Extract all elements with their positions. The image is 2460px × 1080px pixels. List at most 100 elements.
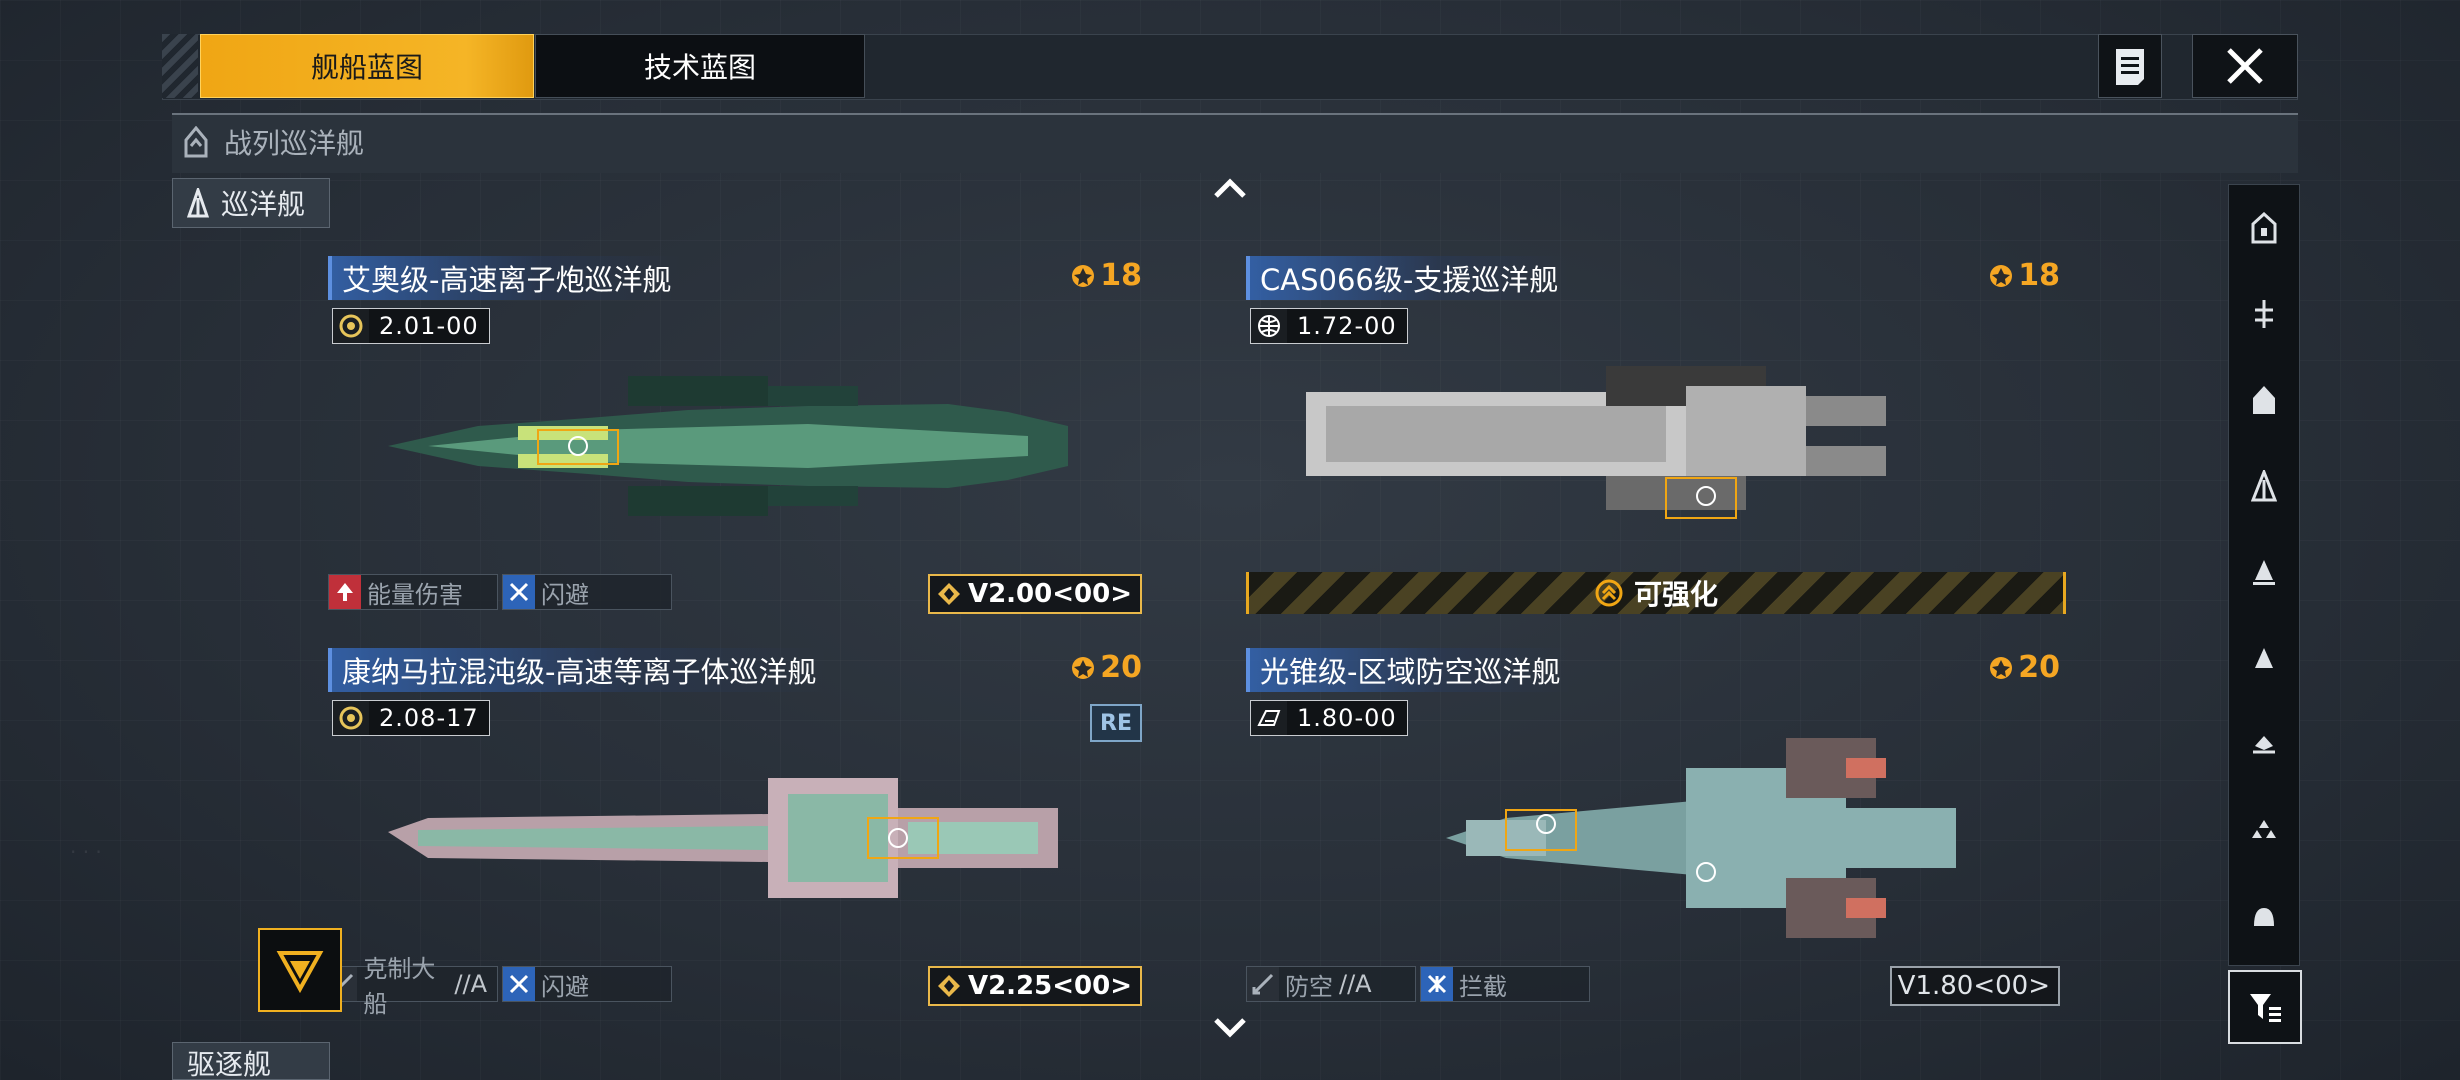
blueprint-version-value: V2.25<00> (967, 971, 1132, 1001)
tab-tech-blueprint[interactable]: 技术蓝图 (535, 34, 865, 98)
command-cost-icon (1072, 656, 1095, 679)
close-button[interactable] (2192, 34, 2298, 98)
tab-ship-blueprint[interactable]: 舰船蓝图 (200, 34, 534, 98)
evade-icon (503, 967, 535, 1001)
anti-air-icon (1247, 967, 1279, 1001)
filter-ship-type-2[interactable] (2229, 271, 2299, 357)
ship-title: 康纳马拉混沌级-高速等离子体巡洋舰 (328, 648, 827, 692)
command-cost-icon (1072, 264, 1095, 287)
command-cost-icon (1990, 264, 2013, 287)
ship-tags: 防空 //A 拦截 (1246, 966, 1590, 1002)
filter-icon (2250, 994, 2281, 1022)
ship-cost: 20 (1070, 650, 1142, 685)
scroll-up-chevron-icon[interactable] (1212, 176, 1248, 200)
subcategory-cruiser[interactable]: 巡洋舰 (172, 178, 330, 228)
ship-type-5-icon (2253, 560, 2275, 585)
tag-counter-capital: 克制大船 //A (328, 955, 498, 1018)
faction-icon (333, 309, 369, 343)
ship-image (388, 376, 1068, 516)
ship-title: 光锥级-区域防空巡洋舰 (1246, 648, 1571, 692)
filter-ship-type-4[interactable] (2229, 443, 2299, 529)
ship-card-connemara[interactable]: 康纳马拉混沌级-高速等离子体巡洋舰 20 2.08-17 RE 克制大船 //A… (328, 648, 1142, 1018)
ship-version-value: 2.08-17 (369, 701, 489, 735)
filter-ship-type-6[interactable] (2229, 615, 2299, 701)
tag-label: 拦截 (1459, 972, 1507, 1001)
tag-label: 闪避 (541, 972, 589, 1001)
upgrade-arrow-icon (1595, 579, 1623, 607)
close-icon (2227, 48, 2263, 84)
scroll-down-chevron-icon[interactable] (1212, 1016, 1248, 1040)
ship-type-6-icon (2255, 648, 2273, 668)
upgradable-label: 可强化 (1633, 578, 1718, 611)
ship-tags: 克制大船 //A 闪避 (328, 955, 672, 1018)
ship-image (1446, 738, 1956, 938)
blueprint-icon (937, 583, 960, 605)
battlecruiser-icon (184, 126, 208, 158)
ship-type-7-icon (2253, 736, 2275, 754)
bg-decor-text: · · · (70, 840, 102, 864)
filter-button[interactable] (2228, 970, 2302, 1044)
filter-ship-type-9[interactable] (2229, 873, 2299, 959)
ship-type-9-icon (2254, 908, 2274, 926)
ship-image (1306, 366, 1886, 519)
filter-ship-type-1[interactable] (2229, 185, 2299, 271)
tab-ship-blueprint-label: 舰船蓝图 (310, 51, 423, 84)
re-badge: RE (1090, 704, 1142, 742)
tag-label: 闪避 (541, 580, 589, 609)
upgradable-banner[interactable]: 可强化 (1246, 572, 2066, 614)
command-cost-icon (1990, 656, 2013, 679)
ship-cost-value: 18 (1100, 258, 1142, 293)
tag-label: 能量伤害 (367, 580, 463, 609)
ship-image (388, 778, 1058, 898)
tag-evade: 闪避 (502, 574, 672, 610)
subcategory-destroyer-label: 驱逐舰 (187, 1048, 272, 1080)
tag-energy-damage: 能量伤害 (328, 574, 498, 610)
filter-ship-type-3[interactable] (2229, 357, 2299, 443)
ship-cost: 18 (1988, 258, 2060, 293)
cruiser-icon (187, 188, 209, 218)
ship-type-2-icon (2255, 300, 2273, 328)
blueprint-version: V2.00<00> (927, 574, 1142, 614)
filter-ship-type-5[interactable] (2229, 529, 2299, 615)
ship-tags: 能量伤害 闪避 (328, 574, 672, 610)
ship-type-1-icon (2251, 212, 2277, 244)
ship-title-text: CAS066级-支援巡洋舰 (1260, 263, 1559, 297)
filter-ship-type-8[interactable] (2229, 787, 2299, 873)
fleet-rank-button[interactable] (258, 928, 342, 1012)
ship-version: 2.08-17 (332, 700, 490, 736)
ship-type-8-icon (2252, 820, 2276, 838)
ship-cost-value: 18 (2018, 258, 2060, 293)
globe-icon (1251, 309, 1287, 343)
ship-cost: 18 (1070, 258, 1142, 293)
category-label: 战列巡洋舰 (224, 127, 365, 160)
tag-intercept: 拦截 (1420, 966, 1590, 1002)
ship-title: CAS066级-支援巡洋舰 (1246, 256, 1569, 300)
filter-ship-type-7[interactable] (2229, 701, 2299, 787)
blueprint-version: V2.25<00> (927, 966, 1142, 1006)
ship-card-cas066[interactable]: CAS066级-支援巡洋舰 18 1.72-00 可强化 (1246, 256, 2066, 626)
faction-icon (333, 701, 369, 735)
tab-stripe-decor (162, 34, 198, 98)
document-icon (2116, 49, 2144, 85)
intercept-icon (1421, 967, 1453, 1001)
blueprint-version: V1.80<00> (1889, 966, 2060, 1006)
blueprint-version-value: V1.80<00> (1897, 971, 2050, 1001)
subcategory-destroyer[interactable]: 驱逐舰 (172, 1042, 330, 1080)
ship-card-io[interactable]: 艾奥级-高速离子炮巡洋舰 18 2.01-00 能量伤害 闪避 V2.00<00… (328, 256, 1142, 626)
tag-suffix: //A (1339, 970, 1372, 998)
category-header[interactable] (172, 113, 2298, 173)
evade-icon (503, 575, 535, 609)
ship-cost-value: 20 (2018, 650, 2060, 685)
rank-triangle-icon (276, 951, 324, 994)
ship-card-lightcone[interactable]: 光锥级-区域防空巡洋舰 20 1.80-00 防空 //A 拦截 V1.80<0… (1246, 648, 2060, 1018)
ship-title: 艾奥级-高速离子炮巡洋舰 (328, 256, 682, 300)
tag-suffix: //A (454, 970, 487, 998)
document-button[interactable] (2098, 34, 2162, 98)
speed-icon (1251, 701, 1287, 735)
ship-cost-value: 20 (1100, 650, 1142, 685)
ship-type-3-icon (2253, 386, 2275, 414)
ship-version-value: 1.80-00 (1287, 701, 1407, 735)
ship-type-4-icon (2251, 470, 2277, 502)
tab-tech-blueprint-label: 技术蓝图 (643, 51, 756, 84)
tag-anti-air: 防空 //A (1246, 966, 1416, 1002)
